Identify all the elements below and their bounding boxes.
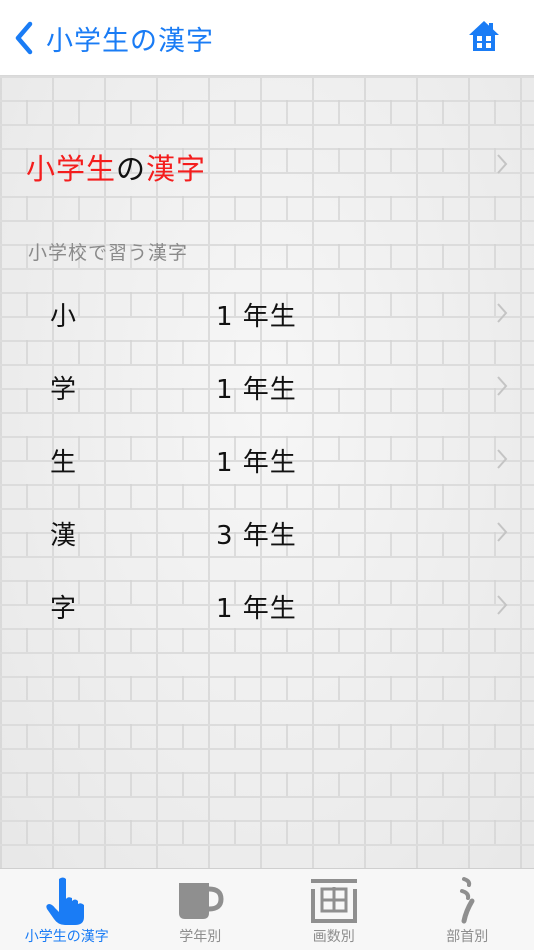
- tab-label: 部首別: [446, 929, 489, 945]
- tab-label: 画数別: [312, 929, 355, 945]
- item-grade: 1 年生: [216, 448, 297, 478]
- list-item-sho[interactable]: 小 1 年生: [0, 276, 534, 349]
- chevron-right-icon: [497, 449, 508, 469]
- home-icon: [469, 21, 499, 51]
- chevron-right-icon: [497, 376, 508, 396]
- tab-kakusu-betsu[interactable]: 画数別: [267, 869, 401, 950]
- item-grade: 3 年生: [216, 521, 297, 551]
- section-header: 小学校で習う漢字: [28, 242, 189, 264]
- content-area: 小学生の漢字 小学校で習う漢字 小 1 年生 学 1 年生 生 1 年生 漢 3…: [0, 76, 534, 868]
- list-item-sei[interactable]: 生 1 年生: [0, 422, 534, 495]
- item-kanji: 生: [50, 448, 77, 478]
- title-part-shogakusei: 小学生: [26, 152, 117, 186]
- item-kanji: 漢: [50, 521, 77, 551]
- back-button-label: 小学生の漢字: [46, 25, 214, 57]
- list-item-ji[interactable]: 字 1 年生: [0, 568, 534, 641]
- title-part-no: の: [116, 152, 147, 186]
- chevron-right-icon: [497, 522, 508, 542]
- tab-label: 学年別: [179, 929, 222, 945]
- item-kanji: 字: [50, 594, 77, 624]
- page-title: 小学生の漢字: [26, 146, 206, 188]
- list-item-gaku[interactable]: 学 1 年生: [0, 349, 534, 422]
- radical-icon: [460, 877, 475, 924]
- mug-icon: [179, 883, 224, 919]
- tab-bushu-betsu[interactable]: 部首別: [401, 869, 534, 950]
- kanji-list: 小 1 年生 学 1 年生 生 1 年生 漢 3 年生 字 1 年生: [0, 276, 534, 641]
- title-part-kanji: 漢字: [146, 152, 207, 186]
- tab-label: 小学生の漢字: [24, 929, 109, 945]
- item-grade: 1 年生: [216, 375, 297, 405]
- title-row[interactable]: 小学生の漢字: [0, 132, 534, 196]
- navigation-bar: 小学生の漢字: [0, 0, 534, 76]
- chevron-right-icon: [497, 303, 508, 323]
- home-button[interactable]: [468, 19, 500, 53]
- chevron-left-icon: [15, 21, 33, 55]
- kanji-ga-icon: [310, 879, 357, 923]
- chevron-right-icon: [497, 154, 508, 174]
- item-grade: 1 年生: [216, 302, 297, 332]
- pointing-hand-icon: [46, 877, 84, 925]
- tab-gakunen-betsu[interactable]: 学年別: [134, 869, 268, 950]
- tab-bar: 小学生の漢字 学年別 画数別 部首別: [0, 868, 534, 950]
- item-grade: 1 年生: [216, 594, 297, 624]
- item-kanji: 小: [50, 302, 77, 332]
- list-item-kan[interactable]: 漢 3 年生: [0, 495, 534, 568]
- chevron-right-icon: [497, 595, 508, 615]
- back-button[interactable]: 小学生の漢字: [14, 18, 214, 58]
- item-kanji: 学: [50, 375, 77, 405]
- tab-shogakusei-no-kanji[interactable]: 小学生の漢字: [0, 869, 134, 950]
